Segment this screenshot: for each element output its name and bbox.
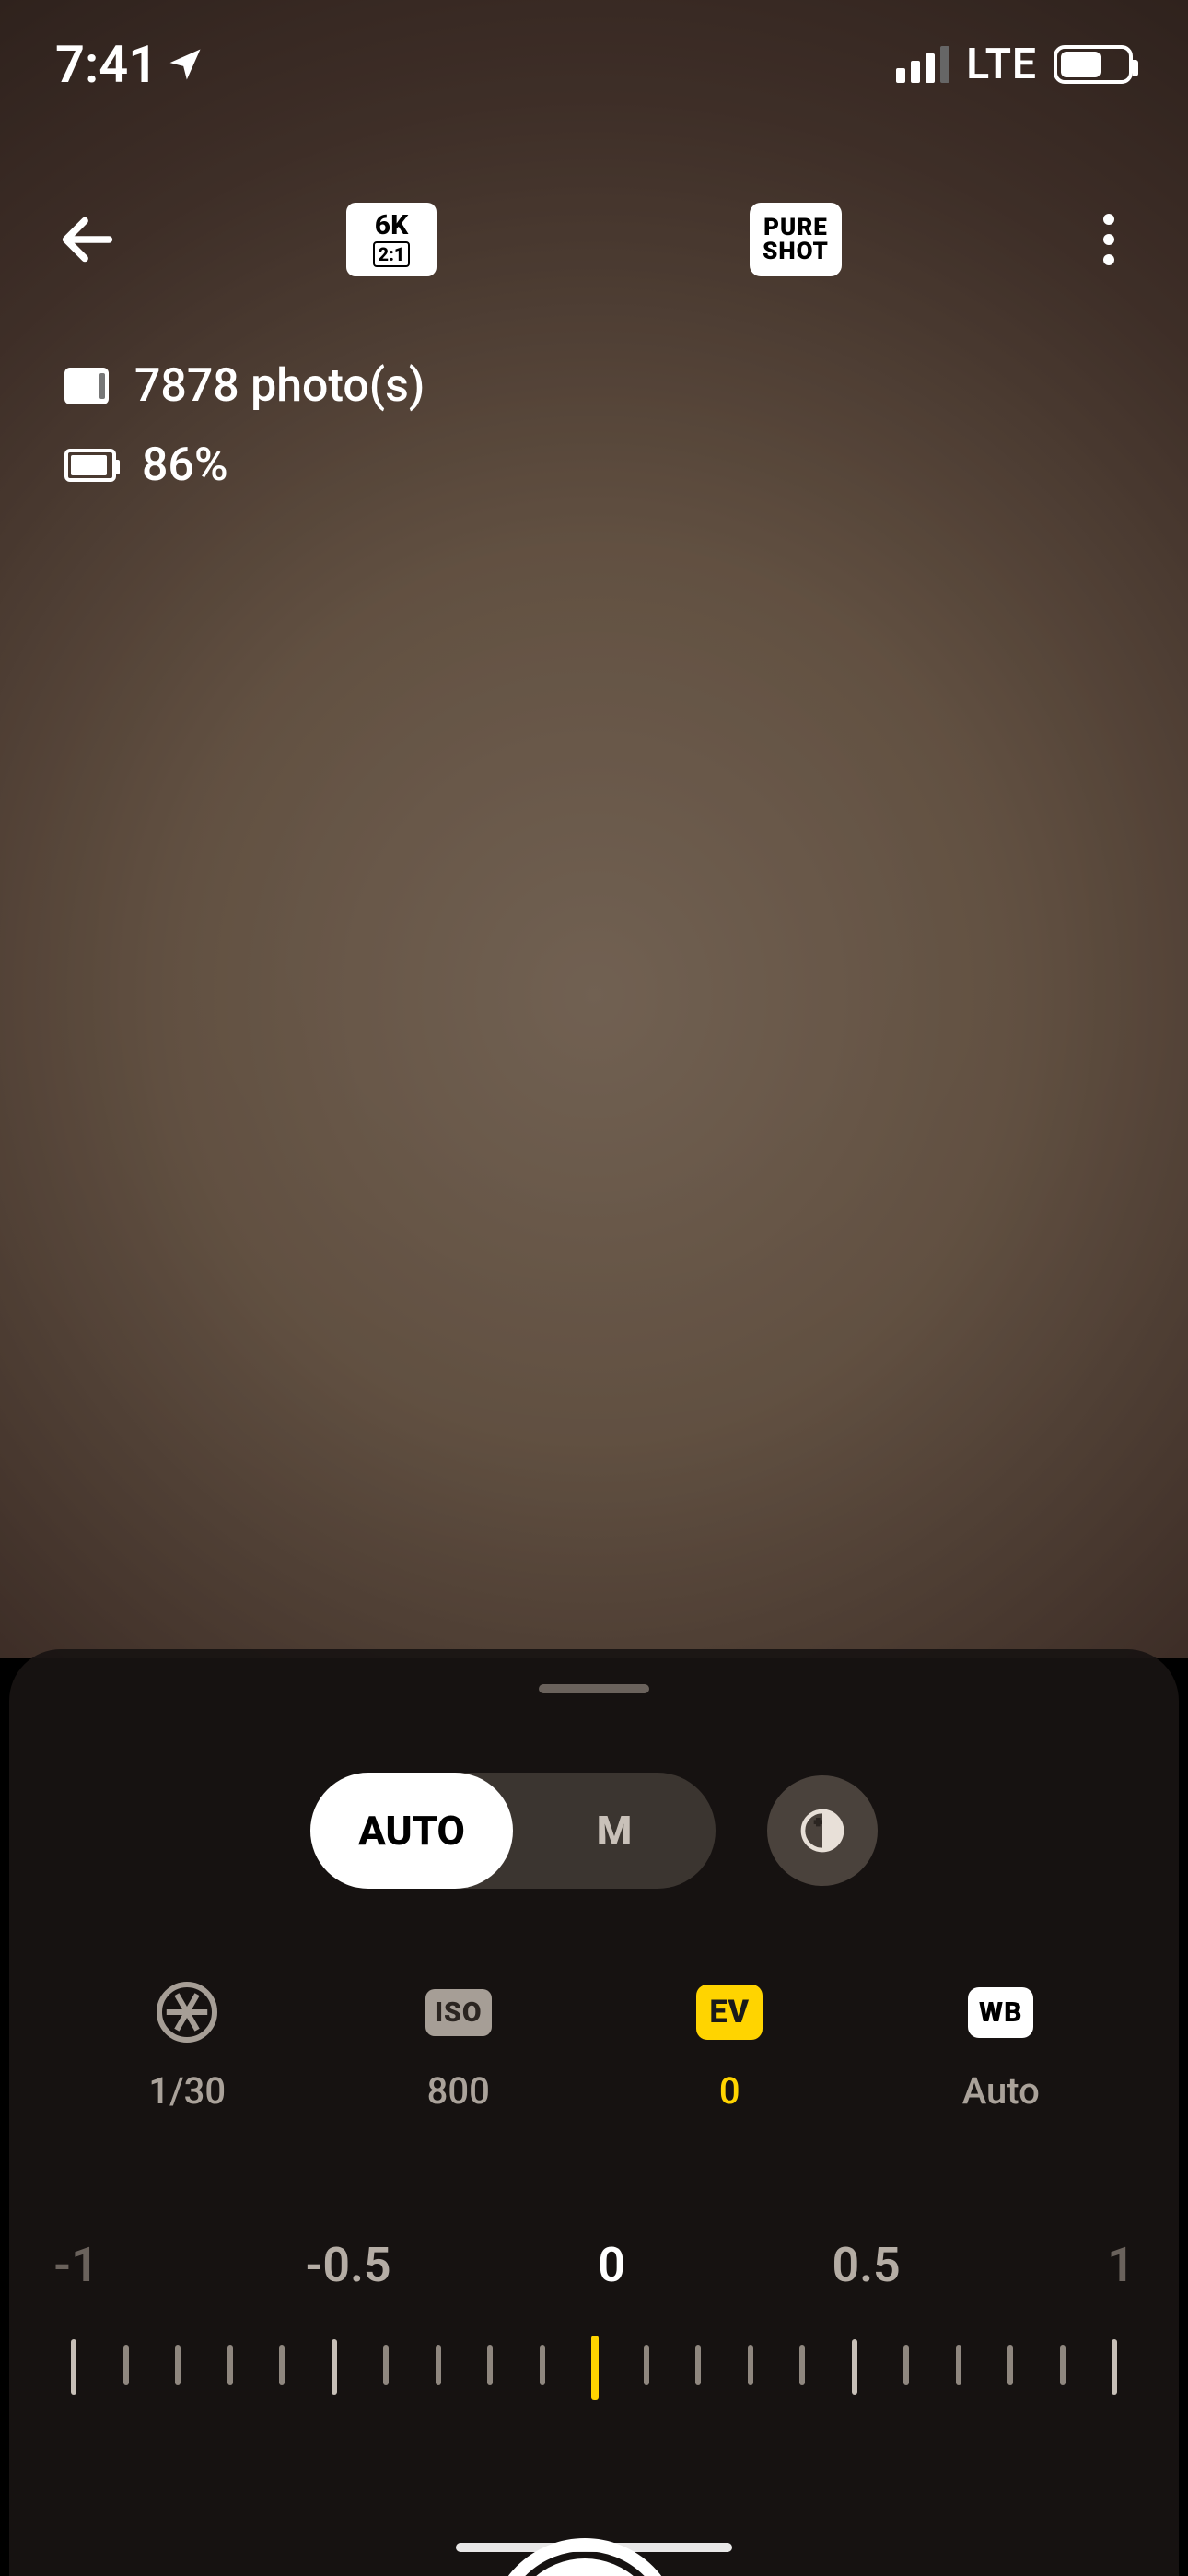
exposure-mode-switch: AUTO M xyxy=(310,1773,716,1889)
shutter-value: 1/30 xyxy=(148,2069,226,2113)
shot-mode-line2: SHOT xyxy=(763,240,829,263)
iso-icon: ISO xyxy=(425,1989,492,2036)
wb-value: Auto xyxy=(962,2069,1040,2113)
ev-value: 0 xyxy=(719,2069,740,2113)
back-button[interactable] xyxy=(52,204,123,275)
home-indicator[interactable] xyxy=(456,2543,732,2552)
ev-ruler-labels: -1 -0.5 0 0.5 1 xyxy=(9,2237,1179,2293)
param-shutter[interactable]: 1/30 xyxy=(86,1977,288,2113)
param-wb[interactable]: WB Auto xyxy=(900,1977,1102,2113)
mode-auto-button[interactable]: AUTO xyxy=(310,1773,513,1889)
param-ev[interactable]: EV 0 xyxy=(628,1977,831,2113)
iso-value: 800 xyxy=(427,2069,490,2113)
battery-icon xyxy=(1054,45,1133,84)
exposure-icon xyxy=(797,1805,848,1856)
dot-icon xyxy=(1103,254,1114,265)
camera-screen: 7:41 LTE 6K 2:1 PURE SHOT xyxy=(0,0,1188,2576)
param-iso[interactable]: ISO 800 xyxy=(357,1977,560,2113)
location-icon xyxy=(165,44,205,85)
info-overlay: 7878 photo(s) 86% xyxy=(64,359,425,492)
shutter-inner-icon xyxy=(508,2558,661,2576)
network-type: LTE xyxy=(966,40,1037,89)
control-panel: AUTO M 1/30 ISO 800 EV 0 xyxy=(9,1649,1179,2576)
ruler-label: -1 xyxy=(53,2237,99,2293)
wb-icon: WB xyxy=(968,1987,1033,2038)
sd-card-icon xyxy=(64,368,109,404)
ruler-label: 0.5 xyxy=(833,2237,901,2293)
dot-icon xyxy=(1103,234,1114,245)
resolution-value: 6K xyxy=(375,212,408,240)
panel-drag-handle[interactable] xyxy=(539,1684,649,1693)
status-time: 7:41 xyxy=(55,34,157,95)
ruler-label-center: 0 xyxy=(598,2237,625,2293)
arrow-left-icon xyxy=(55,207,120,272)
camera-battery-icon xyxy=(64,449,116,482)
camera-battery-label: 86% xyxy=(142,439,228,492)
aperture-icon xyxy=(154,1979,220,2045)
mode-manual-button[interactable]: M xyxy=(513,1773,716,1889)
more-button[interactable] xyxy=(1081,203,1136,276)
dot-icon xyxy=(1103,214,1114,225)
exposure-adjust-button[interactable] xyxy=(767,1775,878,1886)
cellular-signal-icon xyxy=(896,46,949,83)
ruler-ticks xyxy=(74,2336,1114,2400)
shot-mode-badge[interactable]: PURE SHOT xyxy=(750,203,842,276)
top-toolbar: 6K 2:1 PURE SHOT xyxy=(0,175,1188,304)
shot-mode-line1: PURE xyxy=(763,216,828,240)
aspect-ratio-value: 2:1 xyxy=(373,241,411,267)
ruler-label: -0.5 xyxy=(305,2237,390,2293)
ev-ruler[interactable] xyxy=(9,2336,1179,2437)
ev-icon: EV xyxy=(696,1985,763,2040)
resolution-badge[interactable]: 6K 2:1 xyxy=(346,203,437,276)
ruler-label: 1 xyxy=(1107,2237,1135,2293)
status-bar: 7:41 LTE xyxy=(0,0,1188,129)
photo-count-label: 7878 photo(s) xyxy=(134,359,425,413)
